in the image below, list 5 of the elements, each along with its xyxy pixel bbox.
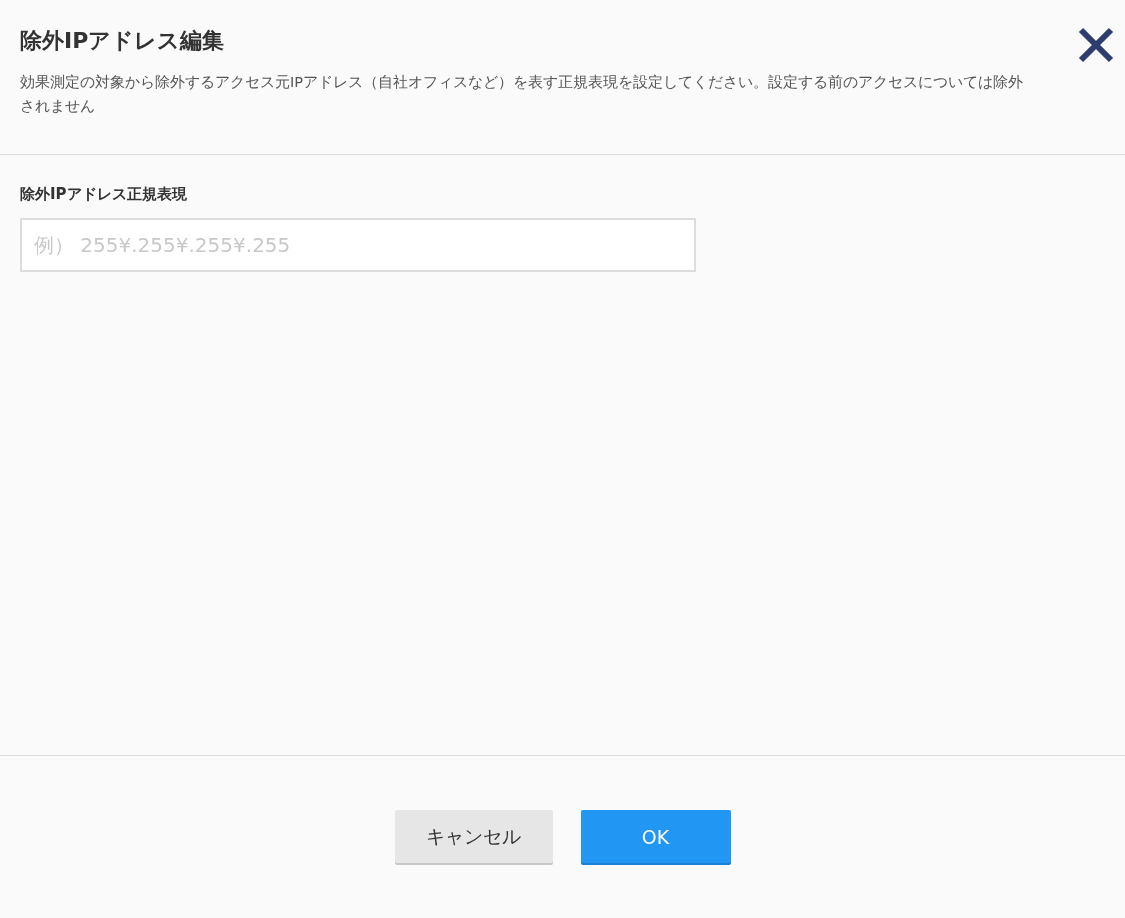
cancel-button[interactable]: キャンセル — [394, 810, 553, 863]
dialog-description: 効果測定の対象から除外するアクセス元IPアドレス（自社オフィスなど）を表す正規表現を設定してください。設定する前のアクセスについては除外されません — [20, 73, 1025, 116]
field-label: 除外IPアドレス正規表現 — [20, 185, 188, 204]
dialog-title: 除外IPアドレス編集 — [20, 27, 226, 55]
close-icon[interactable] — [1077, 26, 1115, 64]
